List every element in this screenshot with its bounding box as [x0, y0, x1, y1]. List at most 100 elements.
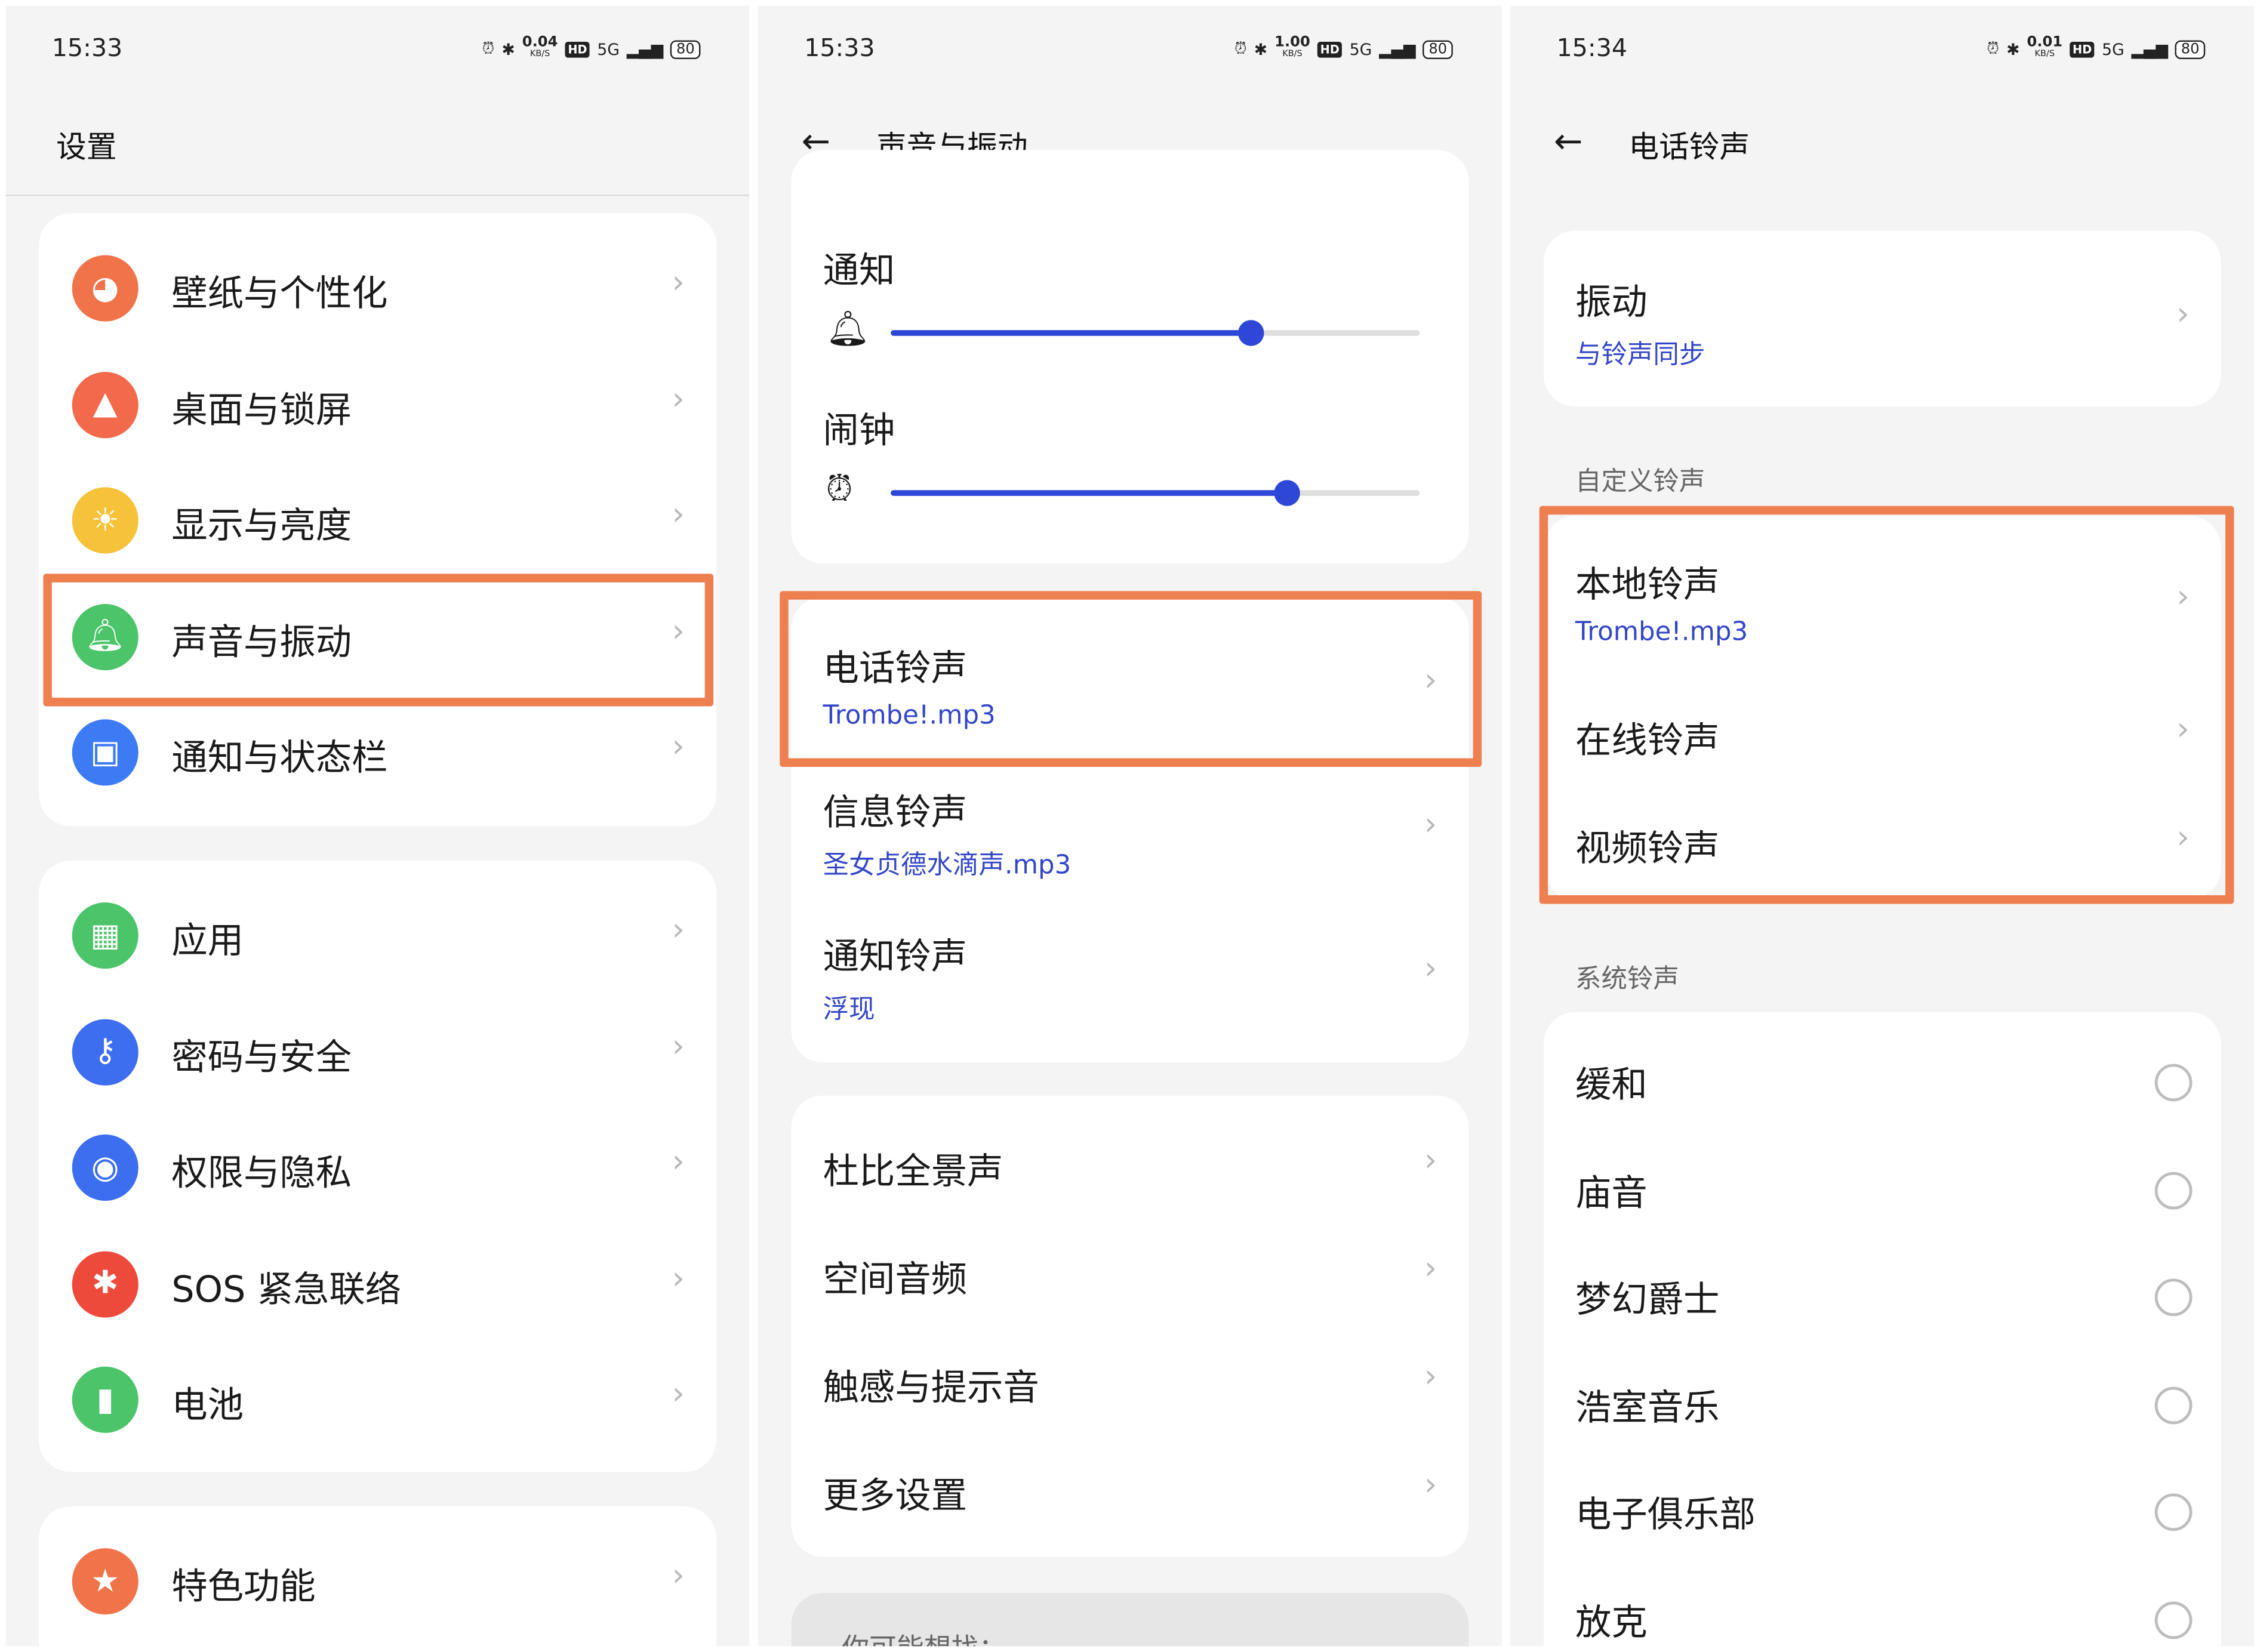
settings-item[interactable]: ☀ 显示与亮度 › — [39, 477, 716, 563]
apps-icon: ▦ — [72, 902, 138, 969]
signal-icon: ▂▄▆ — [2131, 39, 2169, 58]
hd-badge: HD — [1317, 41, 1343, 57]
system-ringtone-item[interactable]: 庙音 — [1544, 1147, 2221, 1234]
settings-item-label: 特色功能 — [171, 1565, 316, 1608]
vibration-label: 振动 — [1575, 281, 1648, 323]
ringtone-item[interactable]: 通知铃声浮现 › — [792, 914, 1469, 1029]
radio-button[interactable] — [2154, 1601, 2193, 1639]
sound-setting-label: 杜比全景声 — [823, 1150, 1003, 1192]
alarm-icon: ⏰︎ — [1987, 39, 2000, 58]
status-bar-icons: ⏰︎ ✱ 0.01 KB/S HD 5G ▂▄▆ 80 — [1987, 35, 2206, 61]
speed-unit: KB/S — [529, 49, 550, 60]
sound-setting-item[interactable]: 杜比全景声 › — [792, 1123, 1469, 1210]
system-ringtone-label: 梦幻爵士 — [1575, 1278, 1720, 1321]
radio-button[interactable] — [2154, 1064, 2193, 1102]
phone-screen-2: 15:33 ⏰︎ ✱ 1.00 KB/S HD 5G ▂▄▆ 80 ← 声音与振动 通知 🔔︎ 闹钟 ⏰︎ 电… — [758, 5, 1502, 1647]
settings-item-label: 应用 — [171, 920, 244, 962]
phone-screen-1: 15:33 ⏰︎ ✱ 0.04 KB/S HD 5G ▂▄▆ 80 设置 ◕ 壁纸与个性化 › ▲ 桌面与锁… — [5, 5, 750, 1647]
chevron-right-icon: › — [672, 1144, 685, 1181]
system-ringtone-item[interactable]: 电子俱乐部 — [1544, 1469, 2221, 1556]
volume-label: 闹钟 — [823, 409, 895, 452]
status-bar-icons: ⏰︎ ✱ 0.04 KB/S HD 5G ▂▄▆ 80 — [482, 35, 701, 61]
volume-slider[interactable] — [891, 320, 1420, 346]
radio-button[interactable] — [2154, 1278, 2193, 1317]
sound-setting-label: 更多设置 — [823, 1474, 968, 1517]
settings-item-label: SOS 紧急联络 — [171, 1268, 402, 1310]
ringtone-label: 信息铃声 — [823, 791, 968, 834]
ringtone-label: 通知铃声 — [823, 935, 968, 978]
settings-item[interactable]: ★ 特色功能 › — [39, 1538, 716, 1625]
settings-item[interactable]: ◉ 权限与隐私 › — [39, 1124, 716, 1211]
speed-unit: KB/S — [1282, 49, 1303, 60]
sound-setting-item[interactable]: 触感与提示音 › — [792, 1339, 1469, 1426]
system-ringtone-label: 浩室音乐 — [1575, 1386, 1720, 1429]
highlight-phone-ringtone — [780, 591, 1482, 767]
phone-screen-3: 15:34 ⏰︎ ✱ 0.01 KB/S HD 5G ▂▄▆ 80 ← 电话铃声 振动 与铃声同步 › 自定… — [1510, 5, 2255, 1647]
chevron-right-icon: › — [672, 497, 685, 534]
alarm-icon: ⏰︎ — [826, 469, 853, 509]
system-ringtone-label: 庙音 — [1575, 1171, 1648, 1213]
speed-value: 1.00 — [1274, 34, 1310, 51]
chevron-right-icon: › — [672, 1260, 685, 1297]
vibration-item[interactable]: 振动 与铃声同步 › — [1544, 260, 2221, 375]
radio-button[interactable] — [2154, 1386, 2193, 1424]
settings-item-label: 桌面与锁屏 — [171, 388, 352, 430]
hd-badge: HD — [565, 41, 590, 57]
system-ringtone-item[interactable]: 放克 — [1544, 1577, 2221, 1646]
settings-item[interactable]: ◕ 壁纸与个性化 › — [39, 245, 716, 332]
settings-item-label: 通知与状态栏 — [171, 736, 388, 779]
header-divider — [5, 195, 750, 196]
radio-button[interactable] — [2154, 1494, 2193, 1532]
battery-level: 80 — [1422, 39, 1453, 58]
chevron-right-icon: › — [672, 381, 685, 418]
chevron-right-icon: › — [1424, 1251, 1437, 1287]
chevron-right-icon: › — [1424, 1467, 1437, 1504]
network-speed: 0.04 KB/S — [522, 35, 558, 61]
star-icon: ★ — [72, 1548, 138, 1615]
status-time: 15:33 — [804, 34, 875, 64]
bluetooth-icon: ✱ — [2006, 39, 2020, 58]
network-speed: 0.01 KB/S — [2027, 35, 2063, 61]
settings-item[interactable]: ▦ 应用 › — [39, 892, 716, 979]
sound-setting-item[interactable]: 空间音频 › — [792, 1231, 1469, 1318]
settings-item-label: 电池 — [171, 1383, 244, 1426]
chevron-right-icon: › — [1424, 951, 1437, 988]
network-type: 5G — [597, 39, 620, 58]
battery-level: 80 — [2175, 39, 2206, 58]
bluetooth-icon: ✱ — [1254, 39, 1268, 58]
screenshot-collage: 15:33 ⏰︎ ✱ 0.04 KB/S HD 5G ▂▄▆ 80 设置 ◕ 壁纸与个性化 › ▲ 桌面与锁… — [0, 0, 2260, 1652]
chevron-right-icon: › — [672, 1028, 685, 1065]
chevron-right-icon: › — [672, 912, 685, 949]
custom-ringtone-header: 自定义铃声 — [1575, 467, 1705, 498]
vibration-value: 与铃声同步 — [1575, 340, 1705, 371]
status-time: 15:33 — [51, 34, 123, 64]
page-title: 设置 — [56, 130, 117, 165]
system-ringtone-item[interactable]: 浩室音乐 — [1544, 1362, 2221, 1448]
settings-item[interactable]: ▮ 电池 › — [39, 1357, 716, 1443]
chevron-right-icon: › — [1424, 807, 1437, 844]
volume-knob[interactable] — [1237, 320, 1264, 346]
sun-icon: ☀ — [72, 487, 138, 554]
image-icon: ▲ — [72, 371, 138, 438]
settings-item-label: 显示与亮度 — [171, 504, 352, 547]
status-time: 15:34 — [1556, 34, 1627, 64]
ringtone-value: 浮现 — [823, 994, 875, 1025]
sound-setting-item[interactable]: 更多设置 › — [792, 1447, 1469, 1534]
chevron-right-icon: › — [672, 265, 685, 301]
system-ringtone-item[interactable]: 梦幻爵士 — [1544, 1255, 2221, 1341]
settings-item[interactable]: ▲ 桌面与锁屏 › — [39, 361, 716, 448]
system-ringtone-item[interactable]: 缓和 — [1544, 1040, 2221, 1126]
settings-item[interactable]: ▣ 通知与状态栏 › — [39, 709, 716, 796]
back-arrow-icon[interactable]: ← — [1554, 121, 1583, 162]
highlight-custom-ringtones — [1539, 506, 2234, 904]
settings-item[interactable]: ⚷ 密码与安全 › — [39, 1009, 716, 1095]
radio-button[interactable] — [2154, 1171, 2193, 1209]
volume-slider[interactable] — [891, 480, 1420, 506]
battery-icon: ▮ — [72, 1366, 138, 1433]
signal-icon: ▂▄▆ — [627, 39, 664, 58]
bell-icon: 🔔︎ — [826, 308, 870, 349]
ringtone-item[interactable]: 信息铃声 圣女贞德水滴声.mp3 › — [792, 770, 1469, 885]
settings-item[interactable]: ✱ SOS 紧急联络 › — [39, 1240, 716, 1327]
volume-fill — [891, 330, 1251, 336]
network-speed: 1.00 KB/S — [1274, 34, 1310, 61]
